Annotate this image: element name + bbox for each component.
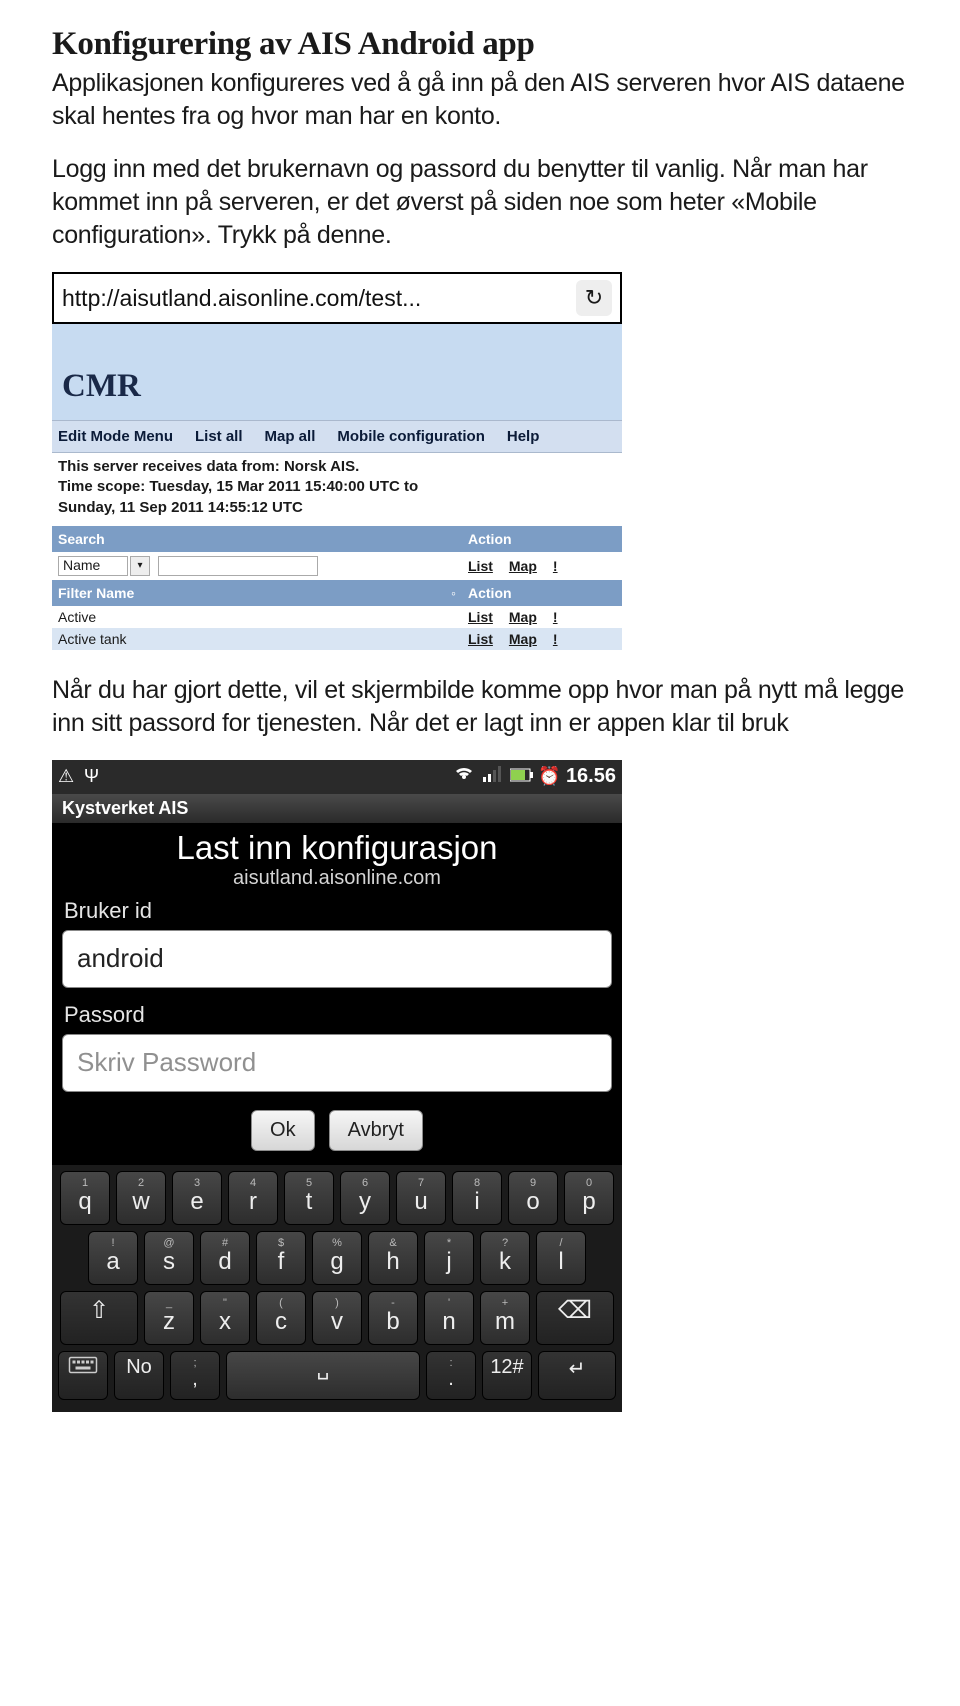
keyboard: 1q2w3e4r5t6y7u8i9o0p !a@s#d$f%g&h*j?k/l … <box>52 1165 622 1412</box>
map-link[interactable]: Map <box>509 558 537 574</box>
filter-active-tank: Active tank <box>52 628 462 650</box>
key-s[interactable]: @s <box>144 1231 194 1285</box>
extra-link[interactable]: ! <box>553 558 558 574</box>
status-clock: 16.56 <box>566 765 616 788</box>
search-header: Search <box>52 526 462 552</box>
name-dropdown[interactable]: Name <box>58 556 128 576</box>
colon-key[interactable]: :. <box>426 1351 476 1400</box>
key-o[interactable]: 9o <box>508 1171 558 1225</box>
status-line-1: This server receives data from: Norsk AI… <box>58 457 616 477</box>
key-n[interactable]: 'n <box>424 1291 474 1345</box>
key-p[interactable]: 0p <box>564 1171 614 1225</box>
status-line-2: Time scope: Tuesday, 15 Mar 2011 15:40:0… <box>58 477 616 497</box>
key-l[interactable]: /l <box>536 1231 586 1285</box>
usb-icon: Ψ <box>84 766 104 787</box>
menu-list-all[interactable]: List all <box>195 428 243 445</box>
intro-paragraph: Applikasjonen konfigureres ved å gå inn … <box>52 67 908 133</box>
key-u[interactable]: 7u <box>396 1171 446 1225</box>
filter-header: Filter Name ◦ <box>52 580 462 606</box>
menu-bar: Edit Mode Menu List all Map all Mobile c… <box>52 420 622 453</box>
user-label: Bruker id <box>52 896 622 926</box>
filter-active: Active <box>52 606 462 628</box>
action-header: Action <box>462 526 622 552</box>
key-h[interactable]: &h <box>368 1231 418 1285</box>
key-g[interactable]: %g <box>312 1231 362 1285</box>
semicolon-key[interactable]: ;, <box>170 1351 220 1400</box>
filter-tank-more[interactable]: ! <box>553 631 558 647</box>
key-i[interactable]: 8i <box>452 1171 502 1225</box>
password-input[interactable]: Skriv Password <box>62 1034 612 1092</box>
browser-screenshot: http://aisutland.aisonline.com/test... ↻… <box>52 272 622 650</box>
reload-icon[interactable]: ↻ <box>576 280 612 316</box>
battery-icon <box>510 766 530 787</box>
key-k[interactable]: ?k <box>480 1231 530 1285</box>
key-m[interactable]: +m <box>480 1291 530 1345</box>
cmr-logo: CMR <box>62 368 141 404</box>
key-t[interactable]: 5t <box>284 1171 334 1225</box>
key-d[interactable]: #d <box>200 1231 250 1285</box>
menu-edit-mode[interactable]: Edit Mode Menu <box>58 428 173 445</box>
key-b[interactable]: -b <box>368 1291 418 1345</box>
status-text: This server receives data from: Norsk AI… <box>52 453 622 526</box>
cmr-header: CMR <box>52 324 622 420</box>
filter-action-header: Action <box>462 580 622 606</box>
name-search-input[interactable] <box>158 556 318 576</box>
chevron-down-icon[interactable]: ▾ <box>130 556 150 576</box>
space-key[interactable]: ␣ <box>226 1351 420 1400</box>
key-v[interactable]: )v <box>312 1291 362 1345</box>
wifi-icon <box>454 764 474 789</box>
filter-active-more[interactable]: ! <box>553 609 558 625</box>
status-line-3: Sunday, 11 Sep 2011 14:55:12 UTC <box>58 498 616 518</box>
filter-active-list[interactable]: List <box>468 609 493 625</box>
key-y[interactable]: 6y <box>340 1171 390 1225</box>
alarm-icon: ⏰ <box>538 766 558 787</box>
key-q[interactable]: 1q <box>60 1171 110 1225</box>
menu-mobile-configuration[interactable]: Mobile configuration <box>337 428 485 445</box>
key-z[interactable]: _z <box>144 1291 194 1345</box>
key-x[interactable]: "x <box>200 1291 250 1345</box>
backspace-key[interactable]: ⌫ <box>536 1291 614 1345</box>
dialog-subtitle: aisutland.aisonline.com <box>52 867 622 896</box>
url-bar[interactable]: http://aisutland.aisonline.com/test... ↻ <box>52 272 622 324</box>
app-title-bar: Kystverket AIS <box>52 794 622 823</box>
page-title: Konfigurering av AIS Android app <box>52 26 908 63</box>
password-label: Passord <box>52 1000 622 1030</box>
status-bar: ⚠ Ψ ⏰ 16.56 <box>52 760 622 794</box>
filter-active-map[interactable]: Map <box>509 609 537 625</box>
key-f[interactable]: $f <box>256 1231 306 1285</box>
url-text: http://aisutland.aisonline.com/test... <box>62 285 576 312</box>
filter-tank-map[interactable]: Map <box>509 631 537 647</box>
user-input[interactable]: android <box>62 930 612 988</box>
key-e[interactable]: 3e <box>172 1171 222 1225</box>
menu-help[interactable]: Help <box>507 428 540 445</box>
symbols-key[interactable]: 12# <box>482 1351 532 1400</box>
ok-button[interactable]: Ok <box>251 1110 315 1151</box>
search-table: Search Action Name ▾ List Map ! Filter N… <box>52 526 622 650</box>
key-c[interactable]: (c <box>256 1291 306 1345</box>
warning-icon: ⚠ <box>58 766 78 787</box>
shift-key[interactable]: ⇧ <box>60 1291 138 1345</box>
key-r[interactable]: 4r <box>228 1171 278 1225</box>
list-link[interactable]: List <box>468 558 493 574</box>
key-w[interactable]: 2w <box>116 1171 166 1225</box>
key-a[interactable]: !a <box>88 1231 138 1285</box>
filter-tank-list[interactable]: List <box>468 631 493 647</box>
enter-key[interactable]: ↵ <box>538 1351 616 1400</box>
cancel-button[interactable]: Avbryt <box>329 1110 423 1151</box>
key-j[interactable]: *j <box>424 1231 474 1285</box>
signal-icon <box>482 764 502 789</box>
dialog-title: Last inn konfigurasjon <box>52 823 622 867</box>
post-paragraph: Når du har gjort dette, vil et skjermbil… <box>52 674 908 740</box>
language-key[interactable]: No <box>114 1351 164 1400</box>
phone-screenshot: ⚠ Ψ ⏰ 16.56 Kystverket AIS Last inn konf… <box>52 760 622 1412</box>
keyboard-settings-key[interactable] <box>58 1351 108 1400</box>
login-paragraph: Logg inn med det brukernavn og passord d… <box>52 153 908 252</box>
menu-map-all[interactable]: Map all <box>265 428 316 445</box>
